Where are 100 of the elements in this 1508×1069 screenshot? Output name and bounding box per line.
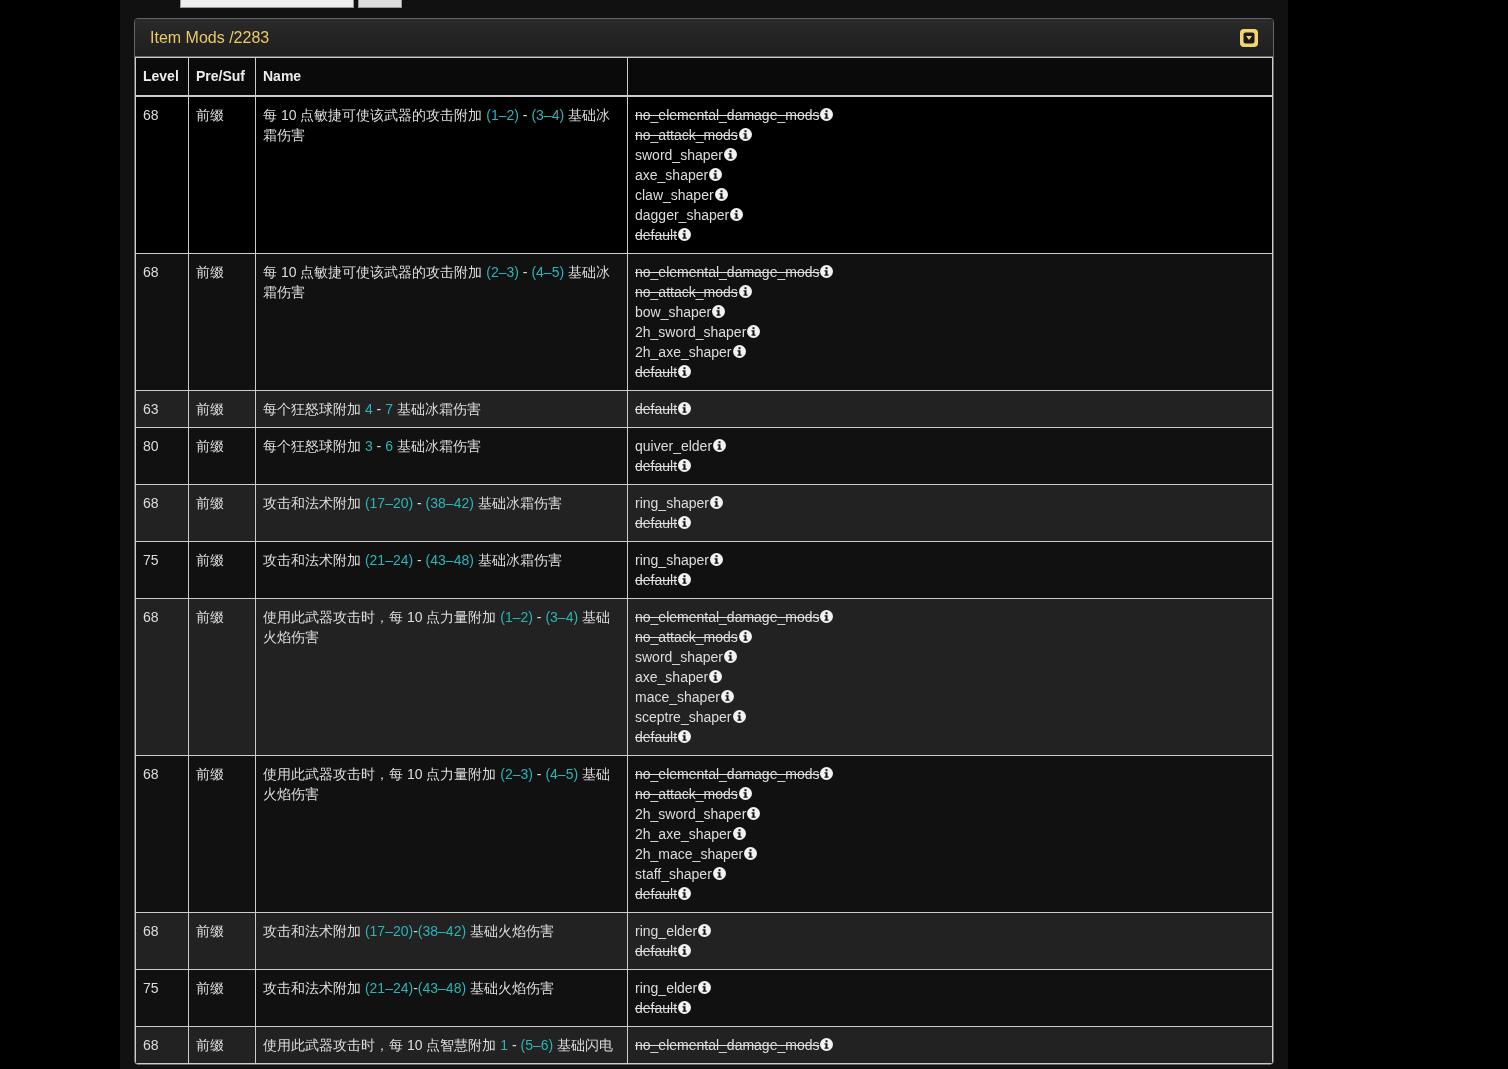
info-icon[interactable] [709, 553, 723, 566]
spawn-tag: no_elemental_damage_mods [635, 104, 820, 125]
info-icon[interactable] [747, 807, 761, 820]
info-icon[interactable] [732, 345, 746, 358]
mod-name-cell: 使用此武器攻击时，每 10 点力量附加 (1–2) - (3–4) 基础火焰伤害 [255, 598, 628, 755]
affix-type-cell: 前缀 [188, 755, 256, 912]
mod-name-cell: 攻击和法术附加 (17–20)-(38–42) 基础火焰伤害 [255, 912, 628, 969]
info-icon[interactable] [698, 981, 712, 994]
info-icon[interactable] [723, 148, 737, 161]
spawn-tag: 2h_mace_shaper [635, 843, 744, 864]
info-icon[interactable] [678, 573, 692, 586]
affix-type-cell: 前缀 [188, 484, 256, 541]
mod-name-cell: 每 10 点敏捷可使该武器的攻击附加 (2–3) - (4–5) 基础冰霜伤害 [255, 253, 628, 390]
panel-title: Item Mods /2283 [150, 27, 270, 48]
spawn-tag: no_attack_mods [635, 626, 738, 647]
info-icon[interactable] [738, 630, 752, 643]
spawn-tag: no_elemental_damage_mods [635, 606, 820, 627]
spawn-tag: no_elemental_damage_mods [635, 1034, 820, 1055]
spawn-tag: ring_shaper [635, 492, 709, 513]
spawn-tag: sword_shaper [635, 646, 723, 667]
spawn-tag: 2h_axe_shaper [635, 341, 732, 362]
affix-type-cell: 前缀 [188, 912, 256, 969]
level-cell: 68 [135, 484, 189, 541]
spawn-tag: default [635, 997, 678, 1018]
affix-type-cell: 前缀 [188, 1026, 256, 1063]
level-cell: 68 [135, 95, 189, 253]
spawn-tag: sceptre_shaper [635, 706, 732, 727]
spawn-tag: default [635, 398, 678, 419]
info-icon[interactable] [678, 944, 692, 957]
spawn-tag: default [635, 883, 678, 904]
spawn-tag: sword_shaper [635, 144, 723, 165]
info-icon[interactable] [820, 1038, 834, 1051]
spawn-tag: 2h_axe_shaper [635, 823, 732, 844]
spawn-tag: default [635, 455, 678, 476]
collapse-toggle-button[interactable] [1240, 28, 1258, 47]
info-icon[interactable] [709, 670, 723, 683]
level-cell: 68 [135, 1026, 189, 1063]
level-cell: 68 [135, 253, 189, 390]
spawn-tag: dagger_shaper [635, 204, 730, 225]
info-icon[interactable] [678, 730, 692, 743]
info-icon[interactable] [738, 128, 752, 141]
level-cell: 68 [135, 598, 189, 755]
column-header: Pre/Suf [188, 57, 256, 96]
info-icon[interactable] [744, 847, 758, 860]
mod-name-cell: 使用此武器攻击时，每 10 点智慧附加 1 - (5–6) 基础闪电 [255, 1026, 628, 1063]
info-icon[interactable] [738, 787, 752, 800]
spawn-tag: ring_elder [635, 977, 698, 998]
info-icon[interactable] [820, 610, 834, 623]
info-icon[interactable] [720, 690, 734, 703]
spawn-tag: no_elemental_damage_mods [635, 261, 820, 282]
mod-name-cell: 攻击和法术附加 (17–20) - (38–42) 基础冰霜伤害 [255, 484, 628, 541]
spawn-tag: bow_shaper [635, 301, 712, 322]
info-icon[interactable] [820, 108, 834, 121]
level-cell: 80 [135, 427, 189, 484]
level-cell: 68 [135, 912, 189, 969]
level-cell: 63 [135, 390, 189, 427]
column-header: Level [135, 57, 189, 96]
info-icon[interactable] [709, 496, 723, 509]
affix-type-cell: 前缀 [188, 390, 256, 427]
mod-name-cell: 使用此武器攻击时，每 10 点力量附加 (2–3) - (4–5) 基础火焰伤害 [255, 755, 628, 912]
info-icon[interactable] [678, 1001, 692, 1014]
info-icon[interactable] [709, 168, 723, 181]
spawn-tag: 2h_sword_shaper [635, 803, 747, 824]
info-icon[interactable] [678, 365, 692, 378]
info-icon[interactable] [714, 188, 728, 201]
spawn-tag: ring_shaper [635, 549, 709, 570]
affix-type-cell: 前缀 [188, 969, 256, 1026]
mod-name-cell: 每个狂怒球附加 3 - 6 基础冰霜伤害 [255, 427, 628, 484]
info-icon[interactable] [678, 402, 692, 415]
level-cell: 75 [135, 541, 189, 598]
mod-name-cell: 攻击和法术附加 (21–24) - (43–48) 基础冰霜伤害 [255, 541, 628, 598]
affix-type-cell: 前缀 [188, 95, 256, 253]
affix-type-cell: 前缀 [188, 253, 256, 390]
info-icon[interactable] [713, 439, 727, 452]
info-icon[interactable] [732, 710, 746, 723]
info-icon[interactable] [820, 767, 834, 780]
info-icon[interactable] [738, 285, 752, 298]
info-icon[interactable] [747, 325, 761, 338]
info-icon[interactable] [820, 265, 834, 278]
info-icon[interactable] [678, 459, 692, 472]
affix-type-cell: 前缀 [188, 427, 256, 484]
info-icon[interactable] [698, 924, 712, 937]
info-icon[interactable] [730, 208, 744, 221]
spawn-tag: default [635, 726, 678, 747]
info-icon[interactable] [712, 867, 726, 880]
level-cell: 68 [135, 755, 189, 912]
info-icon[interactable] [678, 887, 692, 900]
spawn-tag: no_elemental_damage_mods [635, 763, 820, 784]
info-icon[interactable] [712, 305, 726, 318]
spawn-tag: no_attack_mods [635, 281, 738, 302]
spawn-tag: axe_shaper [635, 666, 709, 687]
spawn-tag: quiver_elder [635, 435, 713, 456]
info-icon[interactable] [723, 650, 737, 663]
info-icon[interactable] [732, 827, 746, 840]
affix-type-cell: 前缀 [188, 541, 256, 598]
spawn-tag: default [635, 361, 678, 382]
spawn-tag: default [635, 512, 678, 533]
info-icon[interactable] [678, 516, 692, 529]
spawn-tag: mace_shaper [635, 686, 720, 707]
info-icon[interactable] [678, 228, 692, 241]
